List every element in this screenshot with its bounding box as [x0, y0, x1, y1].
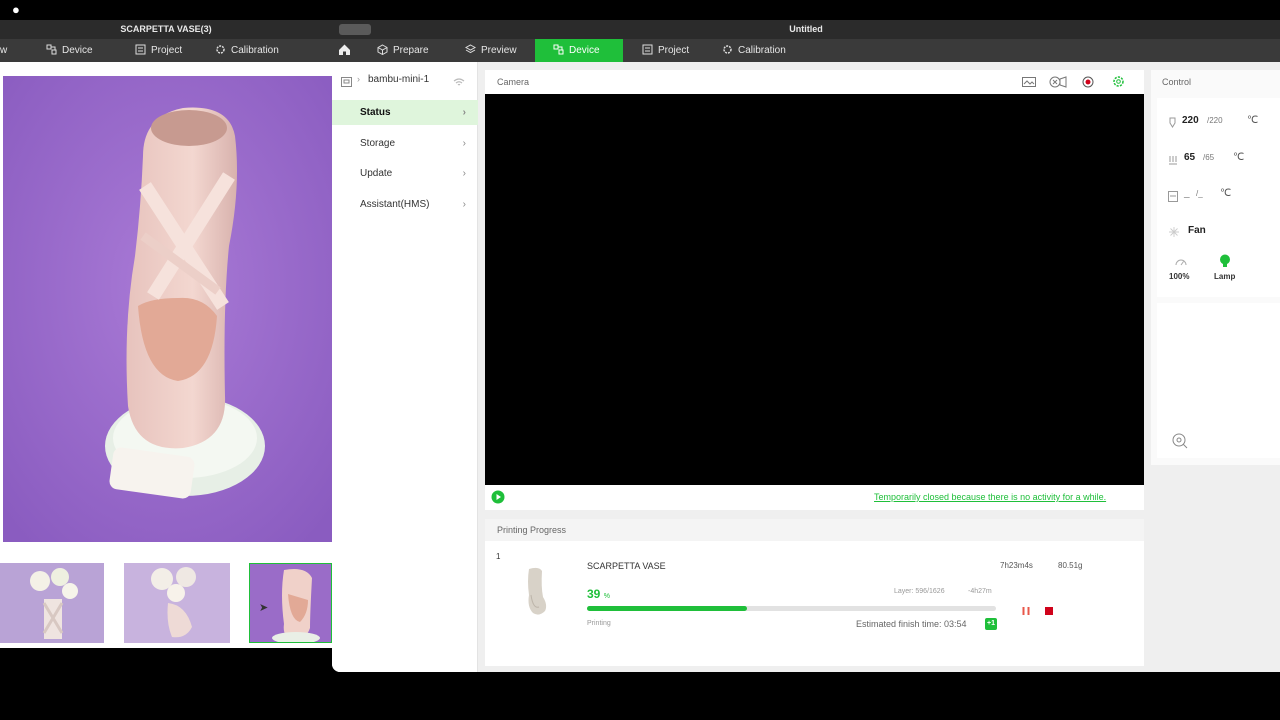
- nozzle-temp[interactable]: 220: [1182, 115, 1199, 126]
- chevron-right-icon: ›: [462, 138, 466, 149]
- sd-card-icon[interactable]: [1022, 75, 1036, 93]
- product-hero-image: [3, 76, 332, 542]
- nozzle-icon: [1168, 115, 1177, 133]
- device-icon: [46, 44, 57, 55]
- project-icon: [135, 44, 146, 55]
- temp-unit: ℃: [1247, 115, 1259, 126]
- flower-vase-thumbnail: [0, 563, 104, 643]
- sidebar-item-storage[interactable]: Storage ›: [332, 131, 478, 156]
- camera-label: Camera: [497, 77, 530, 87]
- camera-view: [485, 94, 1144, 485]
- project-icon: [642, 44, 653, 55]
- mouse-cursor-icon: ➤: [259, 602, 269, 614]
- left-tab-project[interactable]: Project: [135, 39, 182, 62]
- chamber-icon: [1168, 189, 1178, 207]
- chevron-right-icon: ›: [462, 107, 466, 118]
- record-icon[interactable]: [1082, 75, 1094, 93]
- cube-icon: [377, 44, 388, 55]
- device-sidebar: › bambu-mini-1 Status › Storage › Update › …: [332, 62, 478, 672]
- pause-icon: [1022, 607, 1030, 615]
- left-tab-bar: w Device Project Calibration: [0, 39, 332, 62]
- home-axis-icon[interactable]: [1172, 433, 1188, 454]
- nozzle-target: /220: [1207, 116, 1223, 125]
- bed-temp[interactable]: 65: [1184, 152, 1195, 163]
- layers-icon: [465, 44, 476, 54]
- tab-preview-partial[interactable]: w: [0, 39, 7, 62]
- print-state: Printing: [587, 620, 611, 627]
- printer-icon: [341, 74, 352, 92]
- device-name[interactable]: bambu-mini-1: [368, 74, 429, 85]
- next-day-badge: +1: [985, 618, 997, 630]
- sidebar-item-status[interactable]: Status ›: [332, 100, 478, 125]
- stop-icon: [1045, 607, 1053, 615]
- settings-gear-icon[interactable]: [1112, 75, 1125, 93]
- chamber-target: /_: [1196, 189, 1203, 198]
- right-window-title: Untitled: [789, 24, 823, 34]
- calibration-icon: [216, 45, 225, 54]
- printing-progress-label: Printing Progress: [497, 525, 567, 535]
- right-tab-bar: Prepare Preview Device Project Calibrati…: [332, 39, 1280, 62]
- speed-gauge-icon[interactable]: [1175, 254, 1187, 272]
- home-button[interactable]: [338, 39, 358, 62]
- calibration-icon: [723, 45, 732, 54]
- thumbnail-1[interactable]: [0, 563, 104, 643]
- temp-unit: ℃: [1220, 188, 1232, 199]
- apple-icon[interactable]: ●: [12, 2, 20, 17]
- layer-count: Layer: 596/1626: [894, 588, 945, 595]
- sidebar-item-assistant-hms[interactable]: Assistant(HMS) ›: [332, 192, 478, 217]
- estimated-finish-time: Estimated finish time: 03:54: [856, 619, 967, 629]
- lamp-label: Lamp: [1214, 272, 1236, 281]
- left-window-title: SCARPETTA VASE(3): [0, 20, 332, 39]
- bed-icon: [1168, 152, 1178, 170]
- tab-prepare[interactable]: Prepare: [377, 39, 429, 62]
- device-icon: [553, 44, 564, 55]
- progress-bar: [587, 606, 996, 611]
- tab-project[interactable]: Project: [642, 39, 689, 62]
- print-speed: 100%: [1169, 272, 1190, 281]
- progress-percent: 39 %: [587, 587, 610, 601]
- progress-bar-fill: [587, 606, 747, 611]
- temperature-controls: 220 /220 ℃ 65 /65 ℃ _ /_ ℃ Fan 100% Lamp: [1157, 98, 1280, 297]
- control-label: Control: [1162, 77, 1192, 87]
- wifi-icon: [453, 74, 465, 92]
- temp-unit: ℃: [1233, 152, 1245, 163]
- plate-number: 1: [496, 552, 501, 561]
- chevron-right-icon: ›: [357, 74, 360, 84]
- axis-control-area: [1157, 303, 1280, 458]
- bed-target: /65: [1203, 153, 1215, 162]
- model-thumbnail: [515, 565, 555, 622]
- tab-preview[interactable]: Preview: [465, 39, 517, 62]
- sidebar-item-update[interactable]: Update ›: [332, 161, 478, 186]
- fan-label[interactable]: Fan: [1188, 225, 1206, 236]
- camera-closed-notice-link[interactable]: Temporarily closed because there is no a…: [874, 492, 1106, 502]
- lamp-bulb-icon[interactable]: [1219, 254, 1231, 273]
- flower-vase-thumbnail: [124, 563, 230, 643]
- fan-icon: [1168, 225, 1180, 243]
- stop-button[interactable]: [1044, 603, 1054, 621]
- camera-timelapse-icon[interactable]: [1049, 75, 1067, 93]
- tab-device-active[interactable]: Device: [535, 39, 623, 62]
- tab-calibration[interactable]: Calibration: [722, 39, 786, 62]
- pause-button[interactable]: [1021, 603, 1031, 621]
- home-icon: [339, 44, 350, 55]
- time-remaining: -4h27m: [968, 588, 992, 595]
- ballet-shoe-vase-illustration: [3, 76, 332, 542]
- menu-bar: [0, 0, 1280, 20]
- print-duration: 7h23m4s: [1000, 561, 1033, 570]
- left-tab-calibration[interactable]: Calibration: [215, 39, 279, 62]
- right-window-title-bar: Untitled: [332, 20, 1280, 39]
- play-icon[interactable]: [491, 490, 505, 509]
- job-name: SCARPETTA VASE: [587, 561, 666, 571]
- printing-progress-panel: Printing Progress 1 SCARPETTA VASE 7h23m…: [485, 519, 1144, 666]
- chevron-right-icon: ›: [462, 199, 466, 210]
- chevron-right-icon: ›: [462, 168, 466, 179]
- filament-weight: 80.51g: [1058, 561, 1083, 570]
- chamber-temp[interactable]: _: [1184, 188, 1190, 199]
- thumbnail-2[interactable]: [124, 563, 230, 643]
- left-tab-device[interactable]: Device: [46, 39, 93, 62]
